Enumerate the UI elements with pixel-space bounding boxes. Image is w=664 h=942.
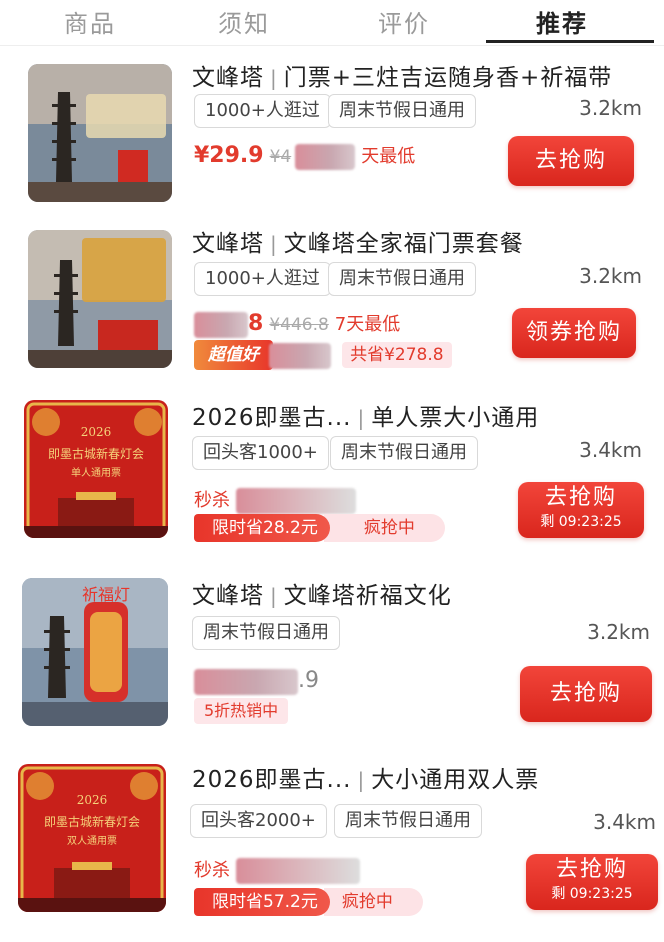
tab-active-indicator — [486, 40, 654, 43]
lowest-note: 7天最低 — [334, 314, 401, 335]
product-thumbnail[interactable] — [28, 230, 172, 368]
super-value-badge: 超值好 — [194, 340, 273, 370]
countdown-timer: 剩 09:23:25 — [551, 886, 633, 902]
item-name: 大小通用双人票 — [371, 767, 540, 793]
tag-chip: 1000+人逛过 — [194, 94, 331, 128]
lantern-festival-image: 2026 即墨古城新春灯会 双人通用票 — [18, 764, 166, 912]
price-row: 8 ¥446.8 7天最低 — [194, 310, 400, 338]
tag-chip: 回头客1000+ — [192, 436, 329, 470]
product-thumbnail[interactable]: 2026 即墨古城新春灯会 双人通用票 — [18, 764, 166, 912]
tag-chip: 回头客2000+ — [190, 804, 327, 838]
buy-button-label: 去抢购 — [544, 485, 617, 510]
tag-chip: 周末节假日通用 — [328, 262, 476, 296]
list-item[interactable]: 文峰塔 | 文峰塔全家福门票套餐 1000+人逛过 周末节假日通用 3.2km 8 ¥… — [0, 216, 664, 386]
item-title[interactable]: 文峰塔 | 门票+三炷吉运随身香+祈福带 — [192, 58, 612, 92]
blurred-area — [236, 487, 356, 514]
svg-text:即墨古城新春灯会: 即墨古城新春灯会 — [48, 446, 144, 461]
item-brand: 文峰塔 — [192, 583, 264, 609]
product-thumbnail[interactable]: 祈福灯 — [22, 578, 168, 726]
price-row: 秒杀 — [194, 486, 356, 514]
tag-chip: 周末节假日通用 — [330, 436, 478, 470]
item-name: 门票+三炷吉运随身香+祈福带 — [283, 65, 613, 91]
svg-text:单人通用票: 单人通用票 — [71, 467, 121, 479]
svg-text:祈福灯: 祈福灯 — [82, 585, 130, 604]
distance-label: 3.4km — [593, 810, 656, 834]
product-thumbnail[interactable]: 2026 即墨古城新春灯会 单人通用票 — [24, 400, 168, 538]
item-name: 单人票大小通用 — [371, 405, 540, 431]
buy-button-label: 去抢购 — [555, 857, 628, 882]
distance-label: 3.4km — [579, 438, 642, 462]
coupon-buy-button[interactable]: 领券抢购 — [512, 308, 636, 358]
price-row: ¥29.9 ¥4 天最低 — [194, 142, 415, 170]
price: 8 — [248, 311, 264, 336]
distance-label: 3.2km — [579, 264, 642, 288]
list-item[interactable]: 文峰塔 | 门票+三炷吉运随身香+祈福带 1000+人逛过 周末节假日通用 3.2k… — [0, 50, 664, 220]
promo-row: 5折热销中 — [194, 698, 289, 728]
original-price: ¥4 — [269, 147, 292, 167]
promo-row: 超值好 共省¥278.8 — [194, 340, 452, 370]
item-brand: 2026即墨古... — [192, 767, 352, 793]
item-brand: 2026即墨古... — [192, 405, 352, 431]
lowest-note: 天最低 — [361, 146, 416, 167]
price: ¥29.9 — [194, 143, 264, 168]
list-item[interactable]: 祈福灯 文峰塔 | 文峰塔祈福文化 周末节假日通用 3.2km .9 5折热销中 去… — [0, 568, 664, 738]
tag-chip: 周末节假日通用 — [334, 804, 482, 838]
buy-button[interactable]: 去抢购 — [508, 136, 634, 186]
pagoda-image: 祈福灯 — [22, 578, 168, 726]
saved-amount: 共省¥278.8 — [342, 342, 452, 368]
item-name: 文峰塔祈福文化 — [283, 583, 452, 609]
item-brand: 文峰塔 — [192, 65, 264, 91]
blurred-area — [236, 857, 360, 884]
distance-label: 3.2km — [579, 96, 642, 120]
limited-save-badge: 限时省28.2元 — [194, 514, 330, 542]
original-price: ¥446.8 — [269, 315, 329, 335]
blurred-area — [295, 143, 356, 170]
product-thumbnail[interactable] — [28, 64, 172, 202]
item-title[interactable]: 文峰塔 | 文峰塔祈福文化 — [192, 576, 452, 610]
blurred-area — [194, 311, 248, 338]
svg-text:即墨古城新春灯会: 即墨古城新春灯会 — [44, 814, 140, 829]
price-row: 秒杀 — [194, 856, 360, 884]
pagoda-image — [28, 64, 172, 202]
item-title[interactable]: 2026即墨古... | 单人票大小通用 — [192, 398, 539, 432]
buy-button[interactable]: 去抢购 剩 09:23:25 — [526, 854, 658, 910]
list-item[interactable]: 2026 即墨古城新春灯会 单人通用票 2026即墨古... | 单人票大小通用 回… — [0, 392, 664, 562]
tab-recommend[interactable]: 推荐 — [536, 4, 588, 39]
tab-products[interactable]: 商品 — [64, 4, 116, 39]
limited-save-badge: 限时省57.2元 — [194, 888, 330, 916]
item-title[interactable]: 文峰塔 | 文峰塔全家福门票套餐 — [192, 224, 524, 258]
price-row: .9 — [194, 668, 319, 695]
seckill-label: 秒杀 — [194, 860, 230, 881]
tab-reviews[interactable]: 评价 — [378, 4, 430, 39]
svg-text:双人通用票: 双人通用票 — [67, 835, 117, 847]
hot-sale-badge: 5折热销中 — [194, 698, 289, 724]
tab-notice[interactable]: 须知 — [218, 4, 270, 39]
item-name: 文峰塔全家福门票套餐 — [283, 231, 524, 257]
buy-button[interactable]: 去抢购 剩 09:23:25 — [518, 482, 644, 538]
list-item[interactable]: 2026 即墨古城新春灯会 双人通用票 2026即墨古... | 大小通用双人票 回… — [0, 752, 664, 922]
hot-selling-badge: 疯抢中 — [323, 514, 445, 542]
blurred-area — [194, 668, 298, 695]
item-title[interactable]: 2026即墨古... | 大小通用双人票 — [192, 760, 539, 794]
lantern-festival-image: 2026 即墨古城新春灯会 单人通用票 — [24, 400, 168, 538]
promo-row: 限时省28.2元 疯抢中 — [194, 514, 445, 544]
hot-selling-badge: 疯抢中 — [323, 888, 423, 916]
pagoda-image — [28, 230, 172, 368]
tag-chip: 周末节假日通用 — [192, 616, 340, 650]
promo-row: 限时省57.2元 疯抢中 — [194, 888, 423, 918]
svg-text:2026: 2026 — [77, 793, 108, 807]
tab-bar: 商品 须知 评价 推荐 — [0, 0, 664, 46]
price: .9 — [298, 668, 319, 693]
seckill-label: 秒杀 — [194, 490, 230, 511]
blurred-area — [269, 342, 331, 369]
distance-label: 3.2km — [587, 620, 650, 644]
tag-chip: 1000+人逛过 — [194, 262, 331, 296]
buy-button[interactable]: 去抢购 — [520, 666, 652, 722]
tag-chip: 周末节假日通用 — [328, 94, 476, 128]
countdown-timer: 剩 09:23:25 — [540, 514, 622, 530]
svg-text:2026: 2026 — [81, 425, 112, 439]
item-brand: 文峰塔 — [192, 231, 264, 257]
